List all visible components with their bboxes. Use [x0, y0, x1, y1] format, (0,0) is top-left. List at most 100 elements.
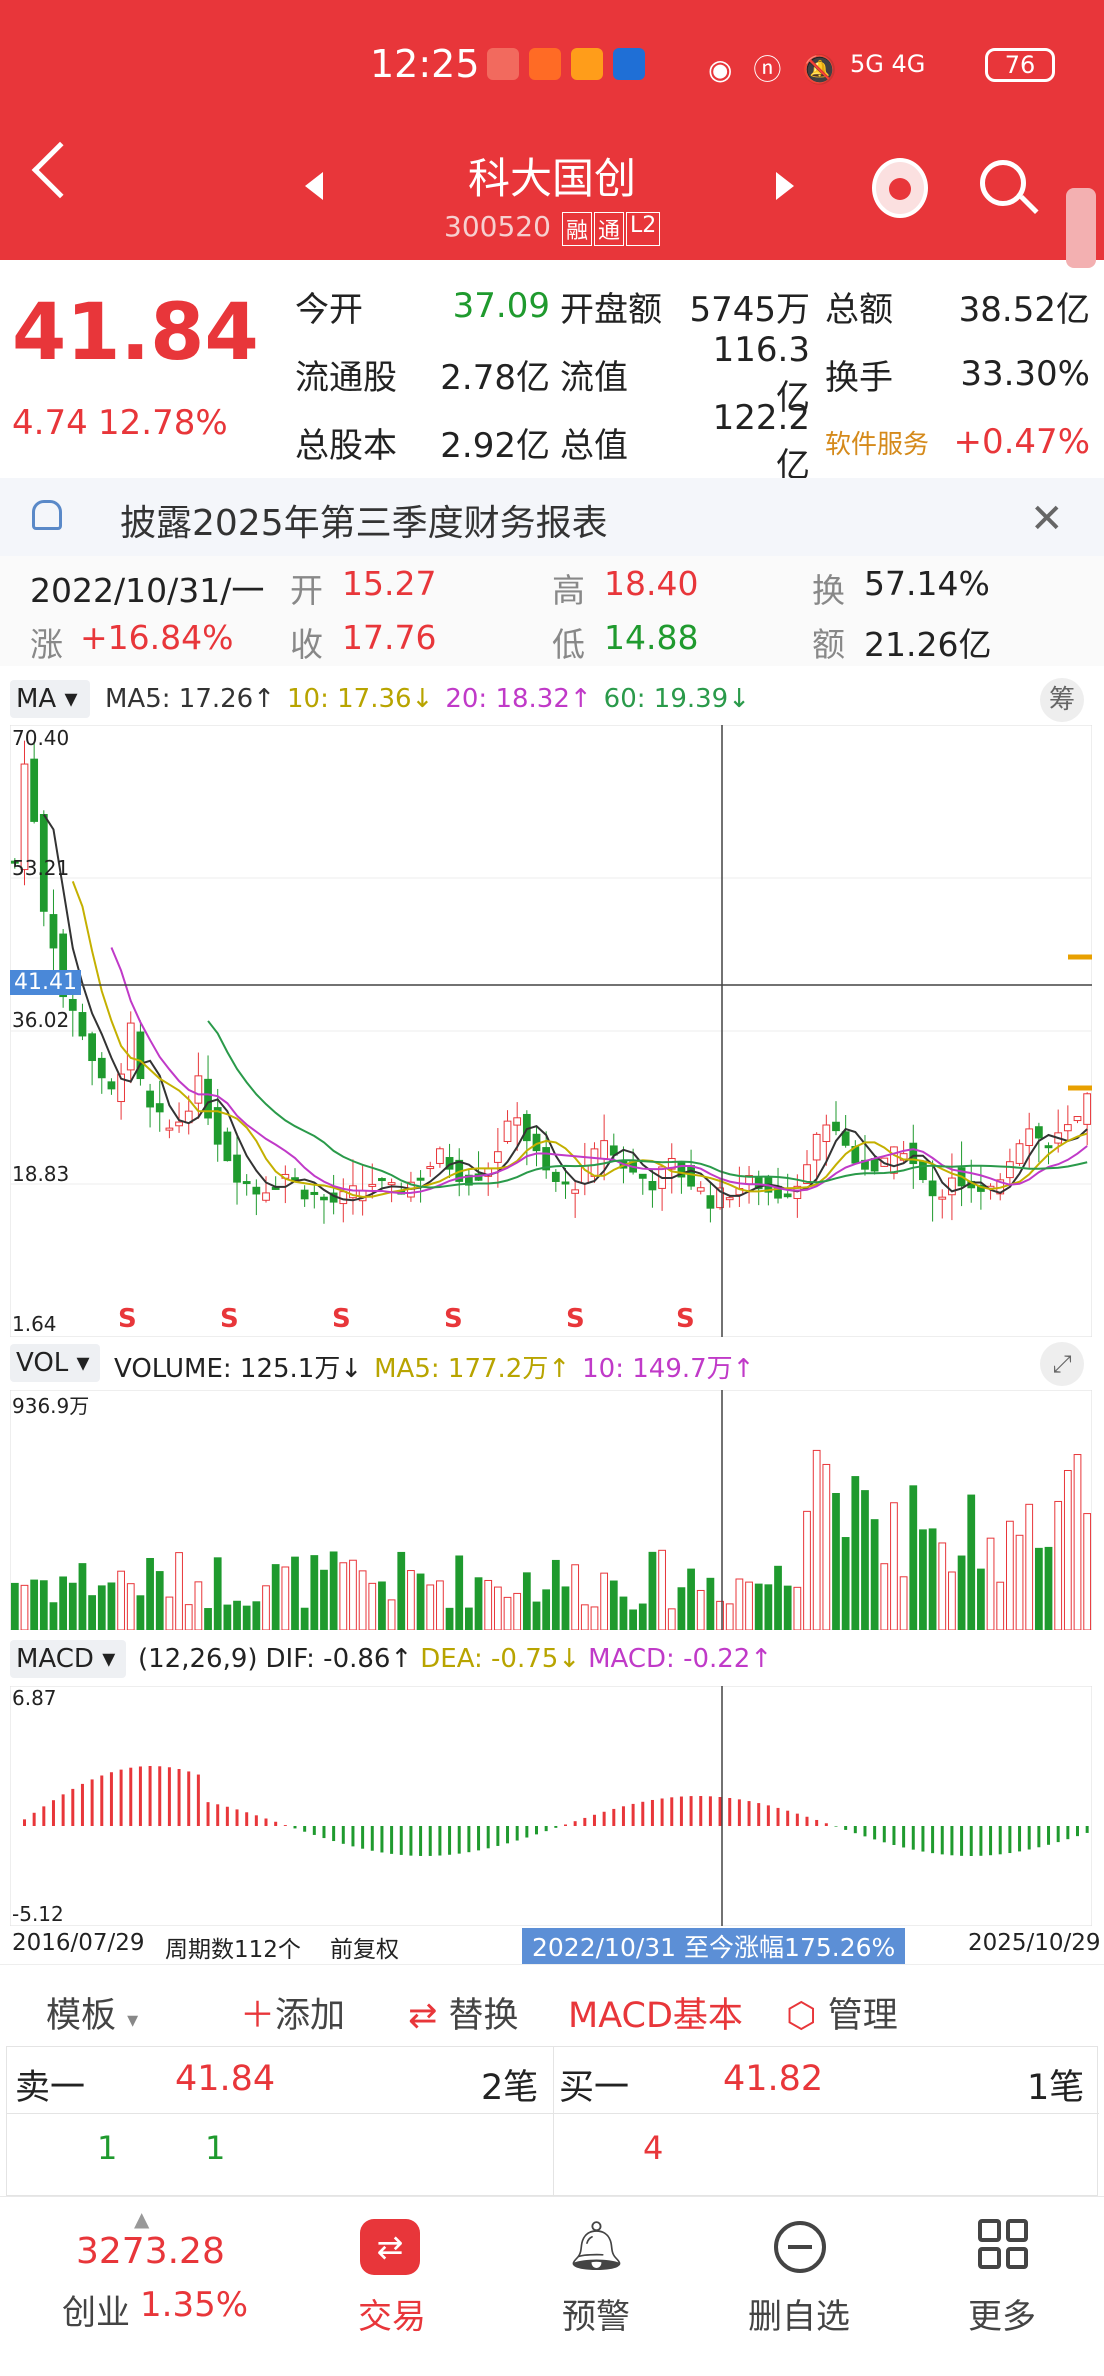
- nav-trade[interactable]: 交易: [358, 2289, 426, 2338]
- volume-bar: [349, 1559, 357, 1630]
- candle: [88, 1033, 96, 1062]
- range-gain-label: 2022/10/31 至今涨幅175.26%: [522, 1928, 906, 1964]
- sector-link[interactable]: 软件服务: [810, 424, 935, 461]
- amount-label: 额: [812, 625, 845, 664]
- volume-bar: [861, 1490, 869, 1630]
- stat-value: 2.78亿: [440, 357, 550, 398]
- next-stock-icon[interactable]: [776, 172, 794, 200]
- stat-value: 122.2亿: [712, 397, 810, 486]
- vol-selector[interactable]: VOL ▾: [10, 1344, 100, 1382]
- volume-bar: [938, 1542, 947, 1630]
- caret-up-icon[interactable]: ▲: [134, 2207, 149, 2231]
- tag-margin: 融: [562, 212, 593, 246]
- nav-more[interactable]: 更多: [968, 2289, 1036, 2338]
- template-label: 模板: [46, 1996, 117, 2036]
- stat-label: 开盘额: [560, 289, 662, 330]
- bottom-nav: ▲ 3273.28 创业 1.35% ⇄ 交易 🔔︎ 预警 删自选 更多: [0, 2196, 1104, 2376]
- candle: [725, 1197, 734, 1201]
- y-label-3: 36.02: [12, 1008, 70, 1032]
- volume-bar: [735, 1578, 744, 1630]
- volume-bar: [78, 1563, 87, 1630]
- candle: [1063, 1124, 1072, 1132]
- volume-bar: [126, 1583, 135, 1630]
- volume-bar: [967, 1494, 976, 1630]
- candle: [30, 758, 39, 822]
- volume-bar: [754, 1583, 763, 1630]
- volume-bar: [378, 1581, 386, 1630]
- high-label: 高: [552, 571, 585, 610]
- expand-icon[interactable]: ⤢: [1040, 1342, 1084, 1386]
- volume-bar: [397, 1551, 406, 1630]
- stock-tags: 融 通 L2: [562, 212, 661, 246]
- volume-bar: [146, 1557, 154, 1630]
- vol-selector-label: VOL: [16, 1348, 69, 1378]
- candle: [175, 1121, 183, 1127]
- candle: [493, 1151, 502, 1163]
- alert-icon[interactable]: 🔔︎: [566, 2217, 627, 2274]
- volume-bar: [136, 1595, 145, 1630]
- chip-button[interactable]: 筹: [1040, 678, 1084, 722]
- template-button[interactable]: 模板 ▾: [46, 1987, 138, 2038]
- candle: [78, 1012, 87, 1037]
- volume-bar: [532, 1601, 541, 1630]
- volume-bar: [465, 1607, 473, 1630]
- volume-bar: [745, 1581, 753, 1630]
- order-book: 卖一 41.84 2笔 1 1 买一 41.82 1笔 4: [6, 2046, 1099, 2197]
- index-value[interactable]: 3273.28: [76, 2231, 225, 2272]
- stat-label: 总额: [825, 289, 893, 330]
- nav-alert[interactable]: 预警: [562, 2289, 630, 2338]
- volume-bar: [638, 1603, 647, 1630]
- macd-y-top: 6.87: [12, 1686, 57, 1710]
- candle: [378, 1178, 386, 1182]
- open-label: 开: [290, 571, 323, 610]
- volume-bar: [1073, 1454, 1082, 1630]
- volume-bar: [1006, 1520, 1014, 1630]
- axis-end-date: 2025/10/29: [968, 1930, 1101, 1956]
- candle: [870, 1158, 879, 1172]
- manage-button[interactable]: ⬡ 管理: [786, 1987, 898, 2038]
- volume-bar: [291, 1556, 299, 1630]
- candle: [1073, 1116, 1082, 1122]
- ma-selector[interactable]: MA ▾: [10, 680, 90, 718]
- candle: [832, 1121, 840, 1132]
- candle: [223, 1131, 232, 1162]
- add-button[interactable]: ＋添加: [240, 1987, 345, 2038]
- nav-remove[interactable]: 删自选: [748, 2289, 850, 2338]
- volume-bar: [310, 1555, 319, 1630]
- volume-bar: [977, 1568, 985, 1630]
- mascot-icon[interactable]: [872, 158, 928, 218]
- sell1-label: 卖一: [15, 2068, 86, 2108]
- remove-icon[interactable]: [774, 2221, 826, 2273]
- candle: [368, 1183, 377, 1187]
- more-icon[interactable]: [978, 2219, 1028, 2269]
- replace-button[interactable]: ⇄ 替换: [408, 1987, 518, 2038]
- volume-bar: [957, 1555, 966, 1630]
- volume-bar: [233, 1600, 241, 1630]
- volume-bar: [822, 1463, 831, 1630]
- notice-bar[interactable]: 披露2025年第三季度财务报表 ✕: [0, 478, 1104, 556]
- volume-bar: [986, 1537, 995, 1630]
- volume-bar: [899, 1576, 908, 1630]
- close-icon[interactable]: ✕: [1030, 496, 1064, 542]
- volume-bar: [175, 1552, 183, 1630]
- macd-selector[interactable]: MACD ▾: [10, 1640, 126, 1678]
- volume-bar: [445, 1607, 454, 1630]
- vol-legend: VOLUME: 125.1万↓ MA5: 177.2万↑ 10: 149.7万↑: [114, 1348, 754, 1385]
- volume-bar: [928, 1528, 937, 1630]
- vol-ma5-legend: MA5: 177.2万↑: [374, 1354, 571, 1384]
- macd-legend: (12,26,9) DIF: -0.86↑ DEA: -0.75↓ MACD: …: [138, 1644, 772, 1674]
- volume-bar: [619, 1596, 628, 1630]
- side-handle[interactable]: [1066, 188, 1096, 268]
- macd-basic-button[interactable]: MACD基本: [568, 1987, 743, 2038]
- candlestick-chart[interactable]: [10, 725, 1092, 1337]
- volume-bar: [242, 1605, 251, 1630]
- volume-bar: [783, 1585, 792, 1630]
- volume-bar: [416, 1573, 425, 1630]
- ma60-legend: 60: 19.39↓: [603, 684, 750, 714]
- volume-bar: [68, 1582, 77, 1630]
- ma-legend: MA5: 17.26↑ 10: 17.36↓ 20: 18.32↑ 60: 19…: [105, 684, 750, 714]
- candle: [107, 1081, 116, 1090]
- volume-bar: [493, 1586, 502, 1630]
- trade-icon[interactable]: ⇄: [360, 2219, 420, 2275]
- buy-qty: 4: [643, 2129, 664, 2167]
